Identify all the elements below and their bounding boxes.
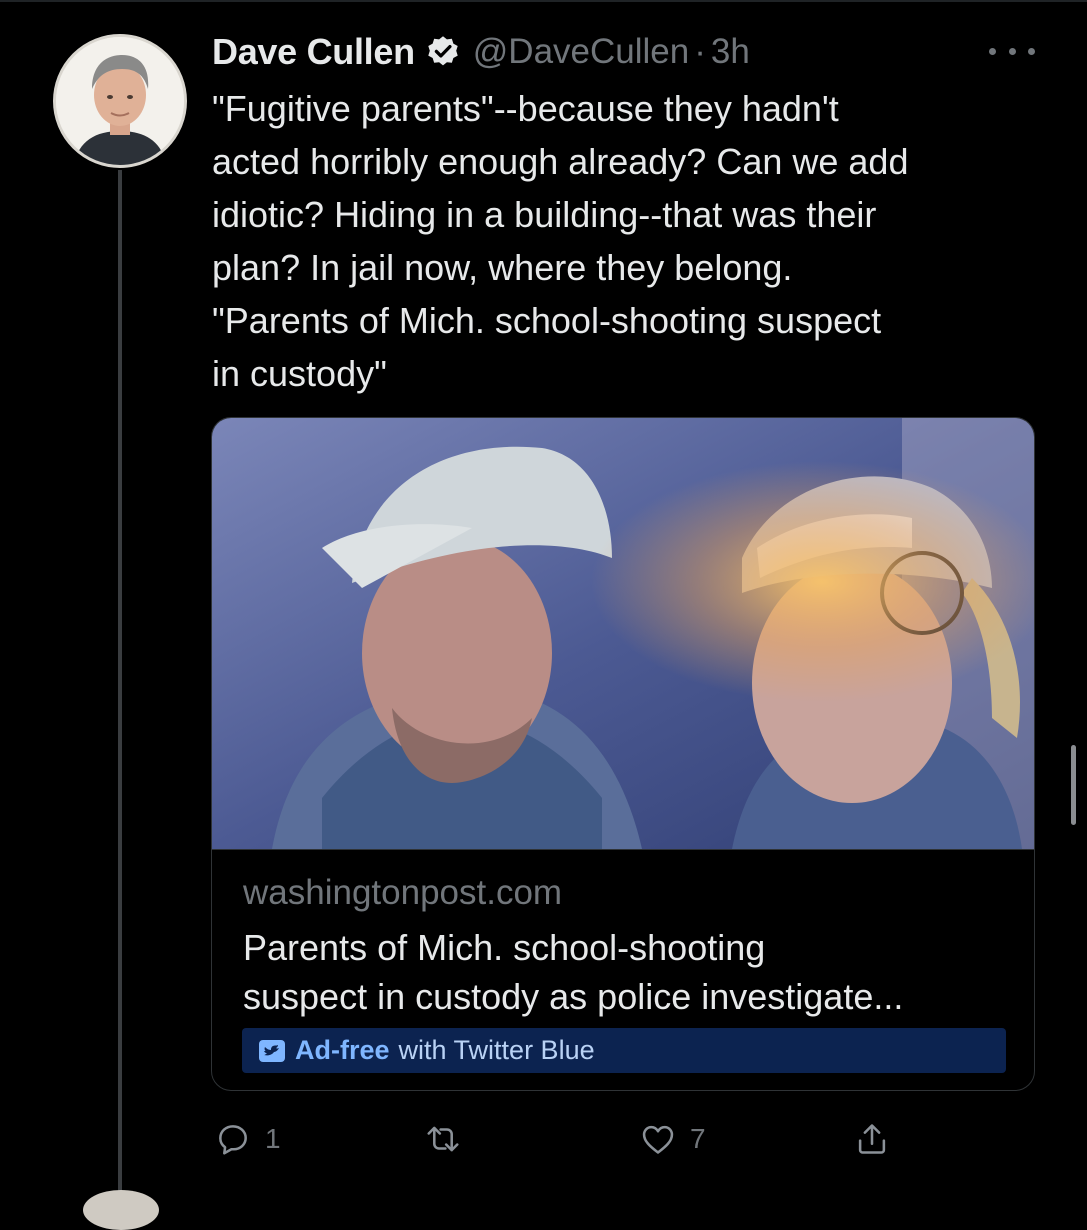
tweet-text-line: "Parents of Mich. school-shooting suspec… <box>212 300 882 341</box>
meta-separator: · <box>694 32 706 71</box>
author-name[interactable]: Dave Cullen <box>212 31 415 73</box>
more-options-button[interactable] <box>989 34 1035 68</box>
reply-button[interactable]: 1 <box>214 1114 281 1164</box>
more-horizontal-icon <box>1028 47 1035 55</box>
tweet-timestamp[interactable]: 3h <box>711 32 750 72</box>
link-preview-image[interactable] <box>212 418 1035 849</box>
twitter-blue-logo-icon <box>259 1039 285 1062</box>
more-horizontal-icon <box>1008 47 1016 55</box>
heart-icon <box>642 1125 674 1154</box>
link-preview-card[interactable]: washingtonpost.com Parents of Mich. scho… <box>211 417 1035 1091</box>
reply-count: 1 <box>265 1123 281 1154</box>
scrollbar-thumb[interactable] <box>1071 745 1076 825</box>
retweet-arrows-icon <box>427 1126 459 1152</box>
promo-text: with Twitter Blue <box>398 1035 595 1065</box>
tweet-body: "Fugitive parents"--because they hadn't … <box>212 82 1032 400</box>
thread-connector-line <box>118 170 122 1200</box>
share-button[interactable] <box>853 1114 891 1164</box>
share-upload-icon <box>858 1124 886 1154</box>
card-title-line: Parents of Mich. school-shooting <box>243 927 766 968</box>
tweet-text-line: idiotic? Hiding in a building--that was … <box>212 194 877 235</box>
card-divider <box>212 849 1034 850</box>
author-handle[interactable]: @DaveCullen <box>473 32 689 72</box>
retweet-button[interactable] <box>424 1114 475 1164</box>
tweet-text-line: plan? In jail now, where they belong. <box>212 247 793 288</box>
more-horizontal-icon <box>989 47 996 55</box>
tweet-actions: 1 7 <box>212 1114 912 1164</box>
next-tweet-avatar[interactable] <box>83 1190 159 1230</box>
card-title-line: suspect in custody as police investigate… <box>243 976 904 1017</box>
card-title: Parents of Mich. school-shooting suspect… <box>243 923 1013 1021</box>
tweet-text-line: in custody" <box>212 353 387 394</box>
like-count: 7 <box>690 1123 706 1154</box>
like-button[interactable]: 7 <box>639 1114 706 1164</box>
top-divider <box>0 0 1087 2</box>
card-domain: washingtonpost.com <box>243 873 563 912</box>
verified-badge-icon <box>428 36 458 66</box>
twitter-blue-promo[interactable]: Ad-free with Twitter Blue <box>242 1028 1006 1073</box>
avatar-portrait <box>56 37 184 165</box>
tweet-text-line: acted horribly enough already? Can we ad… <box>212 141 909 182</box>
promo-strong-text: Ad-free <box>295 1035 390 1065</box>
reply-bubble-icon <box>219 1125 247 1155</box>
tweet-header: Dave Cullen @DaveCullen · 3h <box>212 30 1032 74</box>
tweet-text-line: "Fugitive parents"--because they hadn't <box>212 88 839 129</box>
author-avatar[interactable] <box>53 34 187 168</box>
